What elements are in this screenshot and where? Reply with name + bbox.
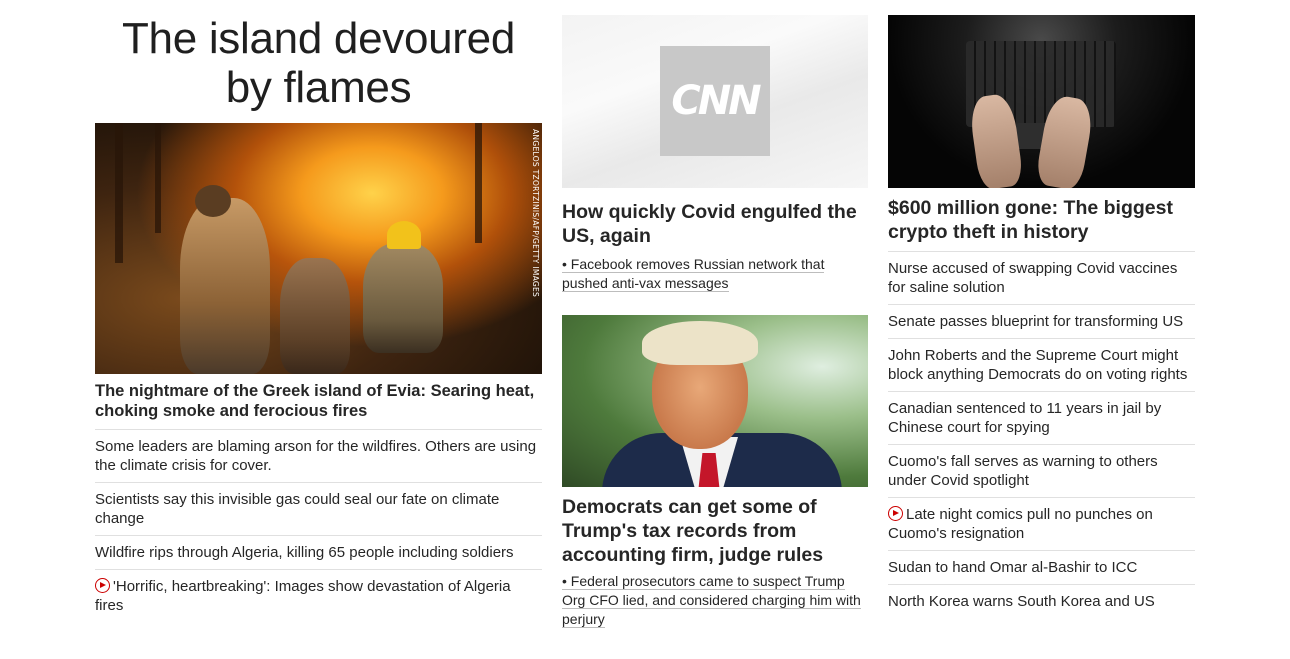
story-image-laptop[interactable] bbox=[888, 15, 1195, 188]
headline-link-text[interactable]: Sudan to hand Omar al-Bashir to ICC bbox=[888, 559, 1137, 576]
cnn-logo-text: CNN bbox=[671, 78, 761, 124]
hero-image-wildfire[interactable]: ANGELOS TZORTZINIS/AFP/GETTY IMAGES bbox=[95, 123, 542, 374]
play-video-icon bbox=[888, 506, 903, 521]
story-sublink[interactable]: • Federal prosecutors came to suspect Tr… bbox=[562, 572, 868, 629]
photo-credit: ANGELOS TZORTZINIS/AFP/GETTY IMAGES bbox=[531, 129, 540, 298]
headline-link[interactable]: Wildfire rips through Algeria, killing 6… bbox=[95, 535, 542, 569]
headline-link[interactable]: Sudan to hand Omar al-Bashir to ICC bbox=[888, 550, 1195, 584]
hair-shape bbox=[642, 321, 758, 365]
headline-link[interactable]: North Korea warns South Korea and US bbox=[888, 584, 1195, 618]
headline-link[interactable]: Scientists say this invisible gas could … bbox=[95, 482, 542, 535]
cnn-logo: CNN bbox=[660, 46, 770, 156]
headline-link-text[interactable]: Scientists say this invisible gas could … bbox=[95, 491, 499, 527]
firefighter-head bbox=[195, 185, 231, 217]
tree-decor bbox=[475, 123, 482, 243]
hero-headline[interactable]: The nightmare of the Greek island of Evi… bbox=[95, 381, 542, 421]
headline-link-text[interactable]: Late night comics pull no punches on Cuo… bbox=[888, 506, 1153, 542]
headline-link[interactable]: Canadian sentenced to 11 years in jail b… bbox=[888, 391, 1195, 444]
column-left: The island devoured by flames ANGELOS TZ… bbox=[95, 0, 542, 622]
headline-link-text[interactable]: North Korea warns South Korea and US bbox=[888, 593, 1155, 610]
firefighter-figure bbox=[180, 198, 270, 374]
tree-decor bbox=[115, 123, 123, 263]
headline-link[interactable]: Some leaders are blaming arson for the w… bbox=[95, 429, 542, 482]
headline-link[interactable]: 'Horrific, heartbreaking': Images show d… bbox=[95, 569, 542, 622]
headline-link-text[interactable]: Senate passes blueprint for transforming… bbox=[888, 313, 1183, 330]
play-video-icon bbox=[95, 578, 110, 593]
column-right: $600 million gone: The biggest crypto th… bbox=[888, 0, 1195, 618]
headlines-list: Nurse accused of swapping Covid vaccines… bbox=[888, 251, 1195, 618]
story-sublink-text[interactable]: • Facebook removes Russian network that … bbox=[562, 256, 825, 292]
headline-link[interactable]: Cuomo's fall serves as warning to others… bbox=[888, 444, 1195, 497]
story-sublink-text[interactable]: • Federal prosecutors came to suspect Tr… bbox=[562, 573, 861, 628]
headline-link-text[interactable]: Canadian sentenced to 11 years in jail b… bbox=[888, 400, 1161, 436]
headline-link-text[interactable]: Cuomo's fall serves as warning to others… bbox=[888, 453, 1158, 489]
headline-link[interactable]: Senate passes blueprint for transforming… bbox=[888, 304, 1195, 338]
helmet bbox=[387, 221, 421, 249]
headline-link[interactable]: Late night comics pull no punches on Cuo… bbox=[888, 497, 1195, 550]
story-sublink[interactable]: • Facebook removes Russian network that … bbox=[562, 255, 868, 293]
firefighter-figure bbox=[363, 243, 443, 353]
related-links-list: Some leaders are blaming arson for the w… bbox=[95, 429, 542, 622]
headline-link-text[interactable]: Wildfire rips through Algeria, killing 6… bbox=[95, 544, 514, 561]
story-headline[interactable]: $600 million gone: The biggest crypto th… bbox=[888, 196, 1195, 244]
story-image-trump[interactable] bbox=[562, 315, 868, 487]
section-title[interactable]: The island devoured by flames bbox=[95, 14, 542, 112]
headline-link[interactable]: Nurse accused of swapping Covid vaccines… bbox=[888, 251, 1195, 304]
story-thumbnail-placeholder[interactable]: CNN bbox=[562, 15, 868, 188]
headline-link-text[interactable]: John Roberts and the Supreme Court might… bbox=[888, 347, 1187, 383]
person-figure bbox=[280, 258, 350, 374]
headline-link-text[interactable]: Nurse accused of swapping Covid vaccines… bbox=[888, 260, 1177, 296]
headline-link[interactable]: John Roberts and the Supreme Court might… bbox=[888, 338, 1195, 391]
column-middle: CNN How quickly Covid engulfed the US, a… bbox=[562, 0, 868, 629]
story-headline[interactable]: How quickly Covid engulfed the US, again bbox=[562, 200, 868, 248]
tree-decor bbox=[155, 123, 161, 233]
headline-link-text[interactable]: Some leaders are blaming arson for the w… bbox=[95, 438, 536, 474]
headline-link-text[interactable]: 'Horrific, heartbreaking': Images show d… bbox=[95, 578, 511, 614]
story-headline[interactable]: Democrats can get some of Trump's tax re… bbox=[562, 495, 868, 567]
